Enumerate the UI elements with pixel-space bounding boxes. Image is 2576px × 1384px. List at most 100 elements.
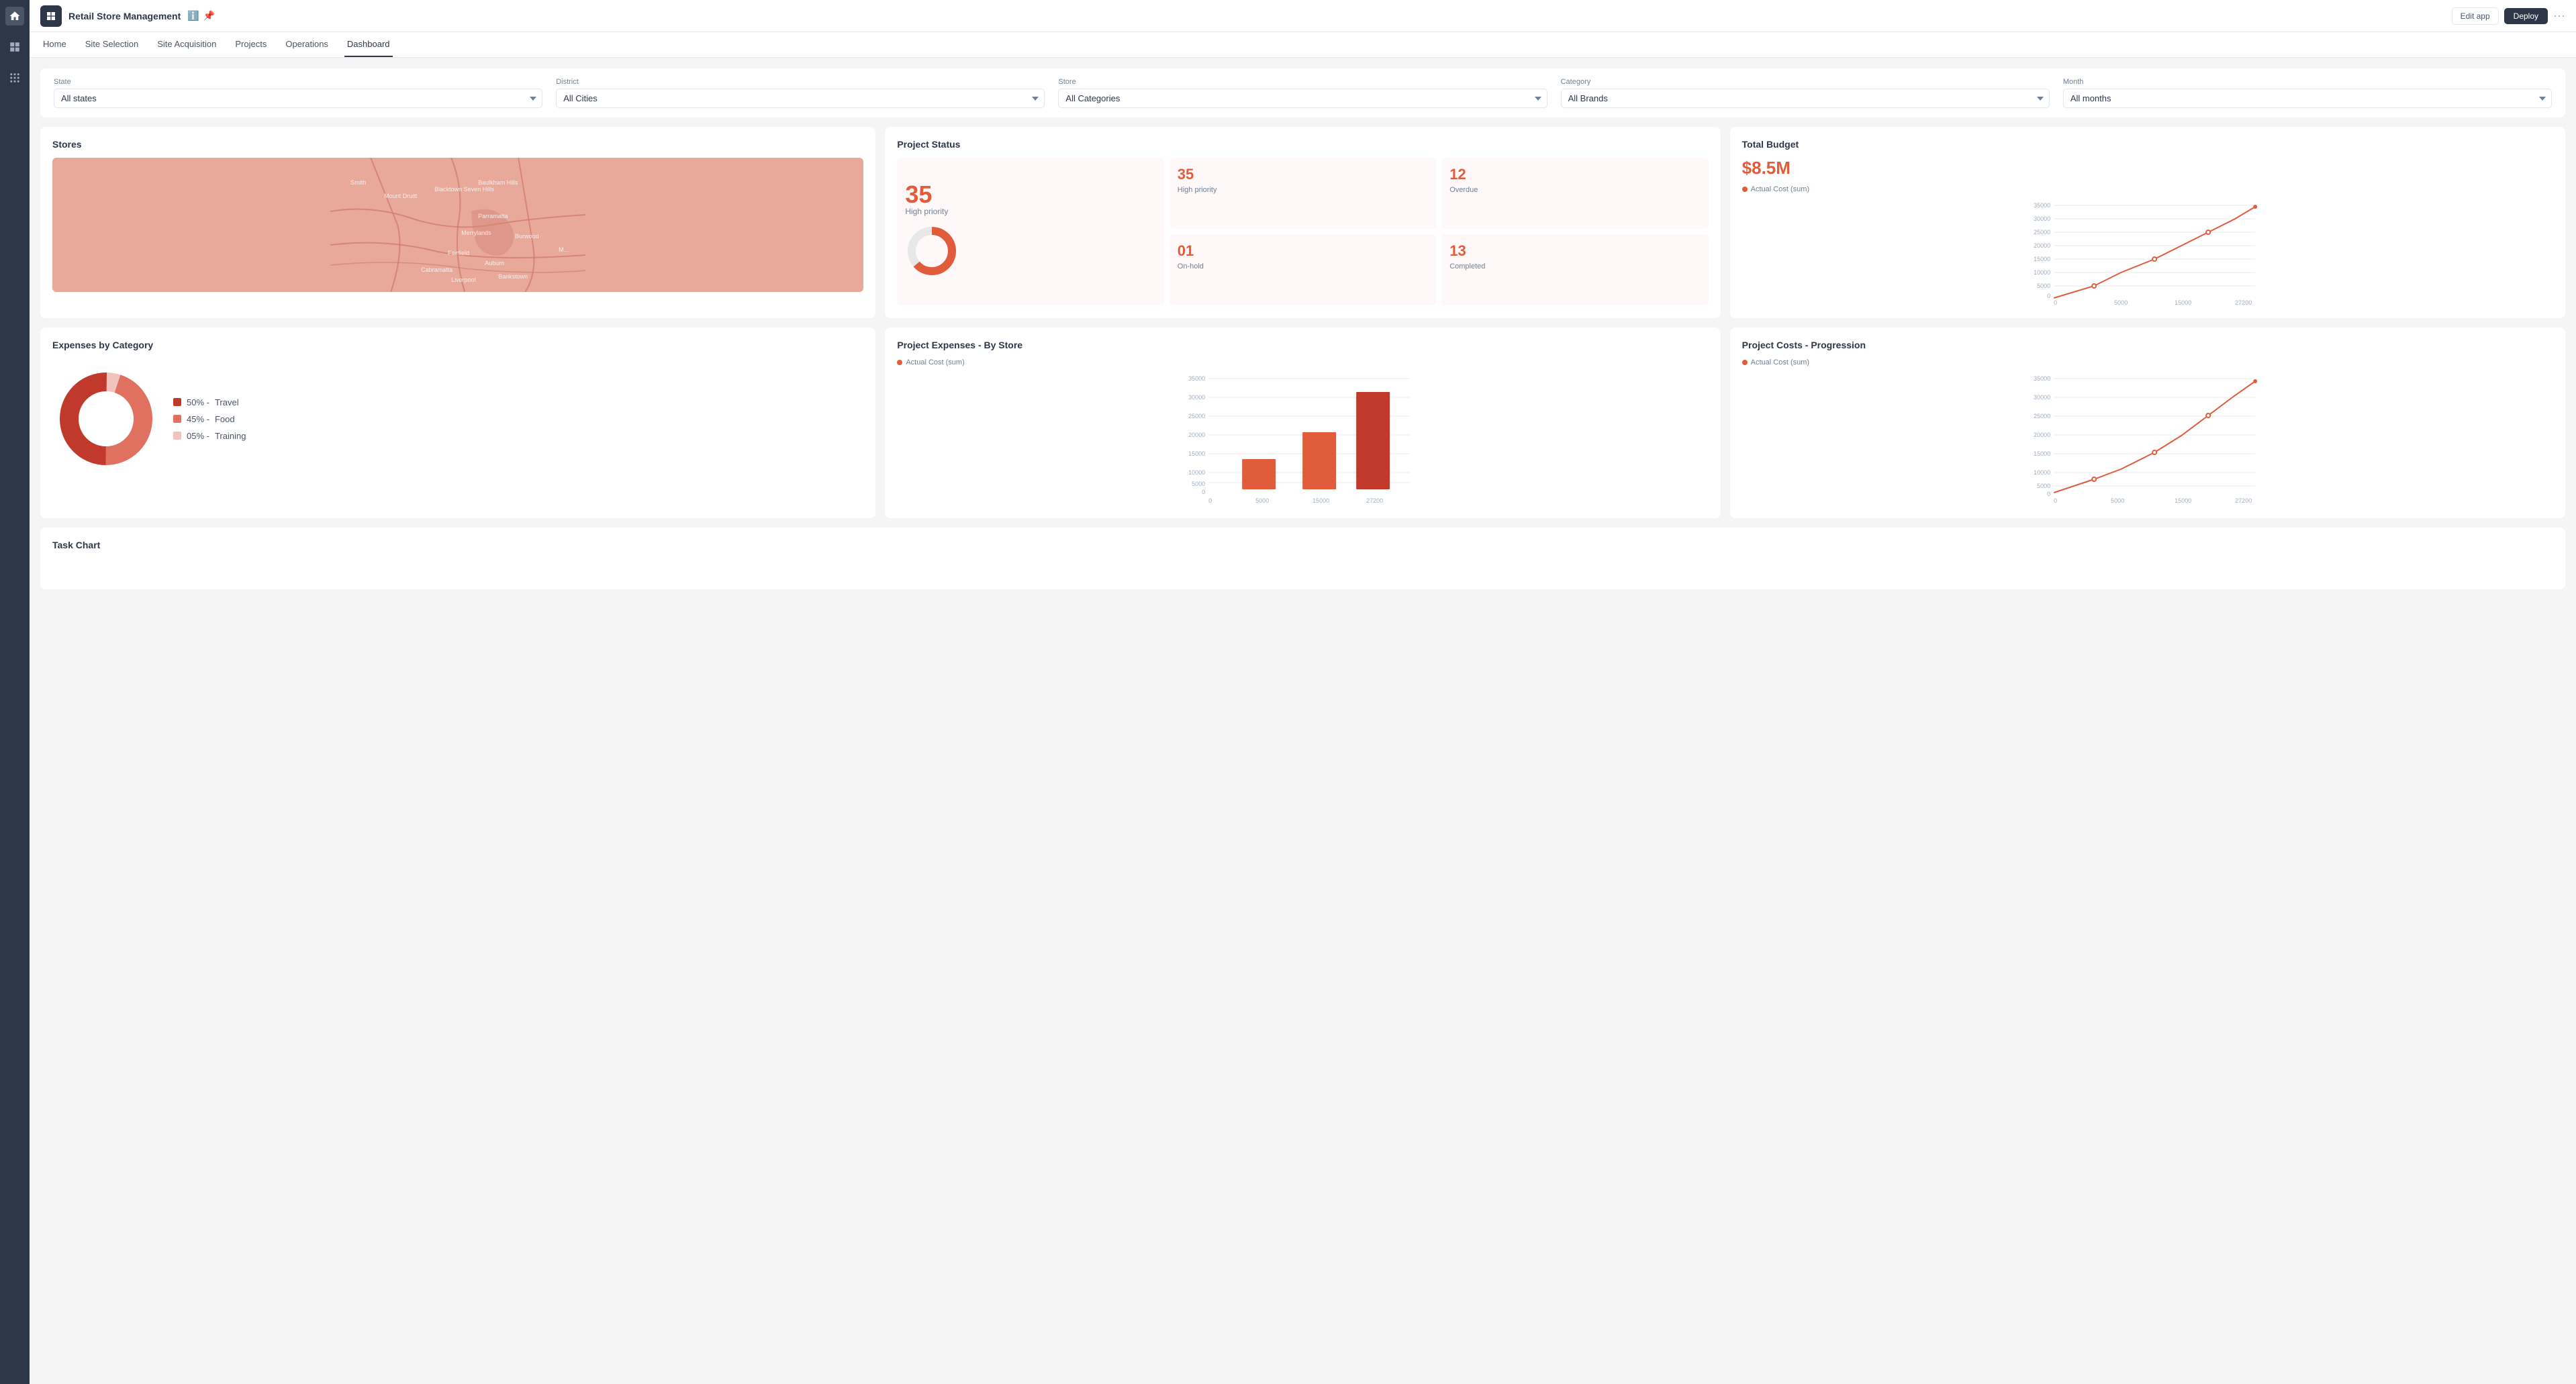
bar-3	[1356, 392, 1390, 489]
budget-amount: $8.5M	[1742, 158, 2553, 179]
svg-text:25000: 25000	[1188, 413, 1205, 419]
svg-text:30000: 30000	[2034, 394, 2050, 401]
svg-text:Smith: Smith	[350, 179, 366, 186]
state-select[interactable]: All states	[54, 89, 542, 108]
task-chart-placeholder	[52, 550, 2553, 577]
svg-text:35000: 35000	[1188, 375, 1205, 382]
svg-text:5000: 5000	[2111, 497, 2124, 504]
pin-icon[interactable]: 📌	[203, 10, 215, 21]
svg-text:M...: M...	[559, 246, 569, 253]
sidebar	[0, 0, 30, 1384]
stores-card: Stores Smith	[40, 127, 875, 318]
app-title-actions: ℹ️ 📌	[187, 10, 215, 21]
more-options-button[interactable]: ···	[2553, 9, 2565, 23]
svg-text:10000: 10000	[2034, 269, 2050, 276]
nav-site-acquisition[interactable]: Site Acquisition	[154, 32, 219, 57]
topbar-left: Retail Store Management ℹ️ 📌	[40, 5, 215, 27]
state-filter-group: State All states	[54, 78, 542, 108]
svg-text:15000: 15000	[2175, 299, 2191, 306]
status-onhold-cell: 01 On-hold	[1170, 234, 1436, 305]
sidebar-home-icon[interactable]	[5, 7, 24, 26]
high-priority-number: 35	[1178, 166, 1428, 183]
edit-app-button[interactable]: Edit app	[2452, 7, 2499, 25]
nav-home[interactable]: Home	[40, 32, 69, 57]
status-overdue-cell: 12 Overdue	[1441, 158, 1708, 229]
nav-site-selection[interactable]: Site Selection	[83, 32, 142, 57]
nav-dashboard[interactable]: Dashboard	[344, 32, 393, 57]
legend-travel-label: Travel	[215, 397, 239, 407]
svg-text:15000: 15000	[1188, 450, 1205, 457]
project-costs-title: Project Costs - Progression	[1742, 340, 2553, 350]
category-select[interactable]: All Brands	[1561, 89, 2050, 108]
svg-text:Fairfield: Fairfield	[448, 250, 469, 256]
info-icon[interactable]: ℹ️	[187, 10, 199, 21]
project-costs-card: Project Costs - Progression Actual Cost …	[1730, 328, 2565, 518]
store-label: Store	[1058, 78, 1547, 86]
expenses-legend: 50% - Travel 45% - Food 05% - Training	[173, 397, 246, 441]
budget-line-chart: 35000 30000 25000 20000 15000 10000 5000…	[1742, 199, 2553, 306]
store-filter-group: Store All Categories	[1058, 78, 1547, 108]
month-select[interactable]: All months	[2063, 89, 2552, 108]
svg-text:20000: 20000	[2034, 432, 2050, 438]
project-status-grid: 35 High priority 35 High priority	[897, 158, 1708, 305]
svg-text:20000: 20000	[1188, 432, 1205, 438]
svg-text:25000: 25000	[2034, 413, 2050, 419]
expenses-chart-legend: Actual Cost (sum)	[897, 358, 1708, 366]
svg-text:Parramatta: Parramatta	[478, 213, 508, 219]
expenses-category-title: Expenses by Category	[52, 340, 863, 350]
svg-text:Cabramatta: Cabramatta	[421, 266, 452, 273]
svg-text:15000: 15000	[2034, 256, 2050, 262]
budget-legend-label: Actual Cost (sum)	[1751, 185, 1809, 193]
svg-text:30000: 30000	[2034, 215, 2050, 222]
legend-food-label: Food	[215, 414, 235, 424]
svg-text:27200: 27200	[2235, 299, 2252, 306]
onhold-number: 01	[1178, 242, 1428, 260]
overdue-label: Overdue	[1449, 186, 1478, 194]
status-high-priority-cell: 35 High priority	[1170, 158, 1436, 229]
svg-text:25000: 25000	[2034, 229, 2050, 236]
category-filter-group: Category All Brands	[1561, 78, 2050, 108]
district-select[interactable]: All Cities	[556, 89, 1045, 108]
high-priority-label: High priority	[1178, 186, 1217, 194]
bar-chart-svg: 35000 30000 25000 20000 15000 10000 5000…	[897, 372, 1708, 506]
bar-2	[1302, 432, 1336, 489]
sidebar-grid-icon[interactable]	[5, 38, 24, 56]
svg-text:5000: 5000	[1192, 481, 1205, 487]
svg-text:0: 0	[2054, 497, 2057, 504]
costs-legend-dot	[1742, 360, 1748, 365]
dashboard-row-2: Expenses by Category 50% -	[40, 328, 2565, 518]
costs-line-svg: 35000 30000 25000 20000 15000 10000 5000…	[1742, 372, 2553, 506]
project-status-title: Project Status	[897, 139, 1708, 150]
completed-label: Completed	[1449, 262, 1485, 270]
overdue-number: 12	[1449, 166, 1700, 183]
topbar-right: Edit app Deploy ···	[2452, 7, 2565, 25]
task-chart-card: Task Chart	[40, 528, 2565, 589]
svg-text:35000: 35000	[2034, 202, 2050, 209]
store-select[interactable]: All Categories	[1058, 89, 1547, 108]
svg-text:15000: 15000	[1313, 497, 1329, 504]
svg-text:5000: 5000	[2114, 299, 2128, 306]
deploy-button[interactable]: Deploy	[2504, 8, 2548, 24]
legend-food: 45% - Food	[173, 414, 246, 424]
nav-operations[interactable]: Operations	[283, 32, 331, 57]
sidebar-apps-icon[interactable]	[5, 68, 24, 87]
costs-line-chart: 35000 30000 25000 20000 15000 10000 5000…	[1742, 372, 2553, 506]
donut-container: 50% - Travel 45% - Food 05% - Training	[52, 358, 863, 479]
donut-chart-small	[905, 224, 959, 281]
budget-legend-dot	[1742, 187, 1748, 192]
app-icon	[40, 5, 62, 27]
expenses-category-card: Expenses by Category 50% -	[40, 328, 875, 518]
legend-training-label: Training	[215, 431, 246, 441]
completed-number: 13	[1449, 242, 1700, 260]
svg-text:10000: 10000	[2034, 469, 2050, 476]
svg-text:Baulkham Hills: Baulkham Hills	[478, 179, 518, 186]
stores-title: Stores	[52, 139, 863, 150]
svg-text:15000: 15000	[2034, 450, 2050, 457]
map-container: Smith Mount Druitt Blacktown Seven Hills…	[52, 158, 863, 292]
high-priority-main-label: High priority	[905, 207, 948, 216]
content: State All states District All Cities Sto…	[30, 58, 2576, 1384]
expenses-bar-chart: 35000 30000 25000 20000 15000 10000 5000…	[897, 372, 1708, 506]
nav-projects[interactable]: Projects	[232, 32, 269, 57]
district-filter-group: District All Cities	[556, 78, 1045, 108]
state-label: State	[54, 78, 542, 86]
